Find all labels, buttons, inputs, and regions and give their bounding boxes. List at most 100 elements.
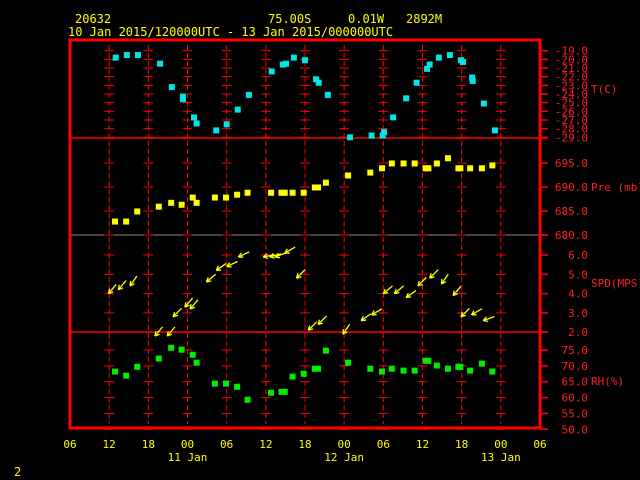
pressure-point [168, 199, 175, 206]
relative_humidity-point [178, 346, 185, 353]
pressure-point [489, 162, 496, 169]
temperature-point [446, 52, 453, 59]
wind-arrow [482, 315, 495, 323]
panel-label-relative_humidity: RH(%) [591, 375, 624, 388]
wind-arrow [107, 283, 117, 295]
x-tick-label: 06 [377, 438, 390, 451]
temperature-point [426, 61, 433, 68]
date-label: 12 Jan [324, 451, 364, 464]
temperature-point [413, 79, 420, 86]
wind-arrow [284, 246, 296, 254]
temperature-point [480, 100, 487, 107]
x-tick-label: 06 [533, 438, 546, 451]
relative_humidity-point [300, 370, 307, 377]
temperature-point [302, 57, 308, 64]
wind-arrow [440, 273, 449, 285]
wind-arrow-head [440, 278, 443, 285]
y-tick-label: 2.0 [568, 326, 588, 339]
wind-arrow [226, 260, 238, 268]
temperature-point [157, 60, 164, 67]
temperature-point [324, 91, 331, 98]
x-tick-label: 00 [338, 438, 351, 451]
y-tick-label: 690.0 [555, 181, 588, 194]
relative_humidity-point [411, 367, 418, 374]
pressure-point [234, 191, 241, 198]
pressure-point [425, 165, 432, 172]
y-tick-label: -29.0 [555, 131, 588, 144]
wind-arrow [371, 308, 383, 316]
pressure-point [134, 208, 141, 215]
pressure-point [123, 218, 130, 225]
wind-arrow [393, 285, 405, 295]
temperature-point [347, 134, 354, 141]
relative_humidity-point [367, 365, 374, 372]
relative_humidity-point [388, 365, 395, 372]
y-tick-label: 65.0 [562, 376, 589, 389]
panel-label-pressure: Pre (mb) [591, 181, 640, 194]
wind-arrow [360, 313, 372, 322]
pressure-point [444, 155, 451, 162]
temperature-point [315, 79, 322, 86]
pressure-point [367, 169, 374, 176]
panel-label-wind_speed: SPD(MPS) [591, 277, 640, 290]
temperature-point [234, 106, 241, 113]
relative_humidity-point [189, 351, 196, 358]
y-tick-label: 685.0 [555, 205, 588, 218]
y-tick-label: 3.0 [568, 307, 588, 320]
y-tick-label: 695.0 [555, 157, 588, 170]
wind-arrow [184, 297, 194, 308]
relative_humidity-point [444, 365, 451, 372]
temperature-point [245, 91, 252, 98]
relative_humidity-point [234, 383, 241, 390]
temperature-point [179, 96, 186, 103]
pressure-point [289, 189, 296, 196]
temperature-point [112, 54, 119, 61]
relative_humidity-point [322, 347, 329, 354]
relative_humidity-point [315, 365, 322, 372]
relative_humidity-point [489, 368, 496, 375]
y-tick-label: 5.0 [568, 268, 588, 281]
temperature-point [283, 60, 290, 67]
temperature-point [435, 54, 442, 61]
temperature-point [459, 58, 466, 65]
pressure-point [457, 165, 464, 172]
temperature-point [290, 54, 297, 61]
temperature-point [191, 114, 198, 121]
wind-arrow-head [129, 280, 132, 286]
y-tick-label: 75.0 [562, 344, 589, 357]
pressure-point [189, 194, 196, 201]
temperature-point [268, 68, 275, 75]
pressure-point [379, 165, 386, 172]
x-tick-label: 18 [298, 438, 311, 451]
pressure-point [315, 184, 322, 191]
temperature-point [380, 129, 387, 136]
pressure-point [433, 160, 440, 167]
temperature-point [134, 52, 141, 59]
y-tick-label: 55.0 [562, 407, 589, 420]
date-label: 13 Jan [481, 451, 521, 464]
relative_humidity-point [155, 355, 162, 362]
wind-arrow [237, 251, 250, 258]
temperature-point [213, 127, 220, 134]
y-tick-label: 60.0 [562, 392, 589, 405]
temperature-point [168, 84, 175, 91]
temperature-point [193, 120, 200, 127]
pressure-point [400, 160, 407, 167]
x-tick-label: 18 [142, 438, 155, 451]
relative_humidity-point [345, 359, 352, 366]
relative_humidity-point [425, 357, 432, 364]
wind-arrow [117, 280, 127, 291]
wind-arrow [189, 299, 199, 310]
pressure-point [112, 218, 119, 225]
relative_humidity-point [168, 344, 175, 351]
relative_humidity-point [244, 396, 251, 403]
pressure-point [345, 172, 352, 179]
pressure-point [223, 194, 230, 201]
pressure-point [211, 194, 218, 201]
y-tick-label: 6.0 [568, 249, 588, 262]
relative_humidity-point [211, 380, 218, 387]
wind-arrow [215, 263, 227, 272]
relative_humidity-point [379, 368, 386, 375]
relative_humidity-point [193, 359, 200, 366]
temperature-point [491, 127, 498, 134]
